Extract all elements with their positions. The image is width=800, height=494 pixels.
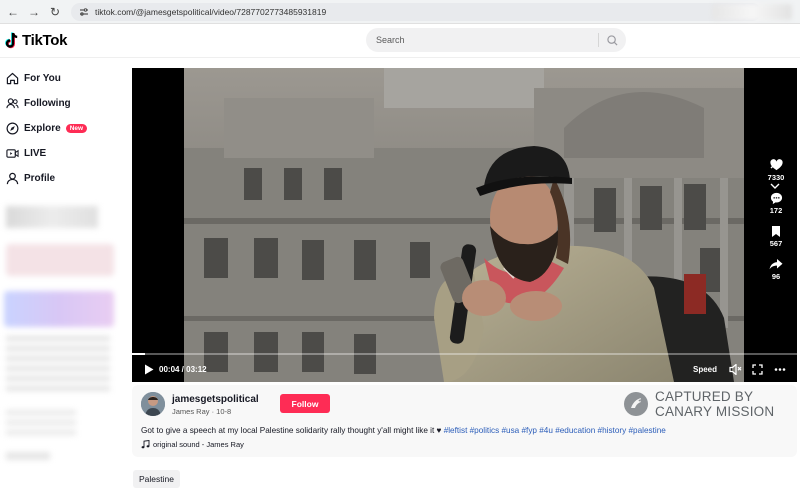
watermark-line-1: CAPTURED BY (655, 389, 754, 404)
bookmark-icon[interactable] (769, 224, 783, 238)
blurred-login-prompt (6, 206, 98, 228)
time-readout: 00:04 / 03:12 (159, 365, 207, 374)
sidebar-item-live[interactable]: LIVE (0, 141, 125, 166)
watermark-text: CAPTURED BY CANARY MISSION (655, 389, 774, 419)
canary-bird-icon (624, 392, 648, 416)
tiktok-logo[interactable]: TikTok (4, 31, 68, 50)
author-username[interactable]: jamesgetspolitical (172, 394, 259, 405)
blurred-login-button (6, 244, 114, 276)
play-button[interactable] (144, 364, 154, 377)
heart-icon[interactable] (769, 158, 783, 172)
compass-icon (5, 122, 19, 136)
person-icon (5, 172, 19, 186)
home-icon (5, 72, 19, 86)
music-note-icon (141, 440, 150, 449)
watermark-line-2: CANARY MISSION (655, 404, 775, 419)
share-count: 96 (771, 272, 781, 281)
people-icon (5, 97, 19, 111)
fullscreen-icon[interactable] (752, 364, 763, 377)
site-info-icon[interactable] (79, 7, 89, 17)
avatar[interactable] (141, 392, 165, 416)
comment-count: 172 (769, 206, 783, 215)
address-bar[interactable]: tiktok.com/@jamesgetspolitical/video/728… (71, 2, 761, 21)
blurred-copyright (6, 452, 50, 460)
action-rail: 7330 172 567 96 (760, 158, 792, 290)
progress-fill (132, 353, 146, 355)
post-info-card: jamesgetspolitical James Ray · 10-8 Foll… (132, 385, 797, 457)
sound-link[interactable]: original sound - James Ray (141, 440, 244, 449)
video-frame-art (184, 68, 744, 382)
video-player[interactable] (132, 68, 797, 382)
progress-bar[interactable] (132, 353, 797, 355)
browser-toolbar: ← → ↻ tiktok.com/@jamesgetspolitical/vid… (0, 0, 800, 24)
forward-arrow-icon[interactable]: → (26, 4, 42, 20)
blurred-footer-links (6, 336, 110, 396)
logo-wordmark: TikTok (22, 32, 68, 49)
back-arrow-icon[interactable]: ← (5, 4, 21, 20)
more-options-icon[interactable] (774, 364, 786, 377)
blurred-footer-links-2 (6, 410, 76, 440)
watermark: CAPTURED BY CANARY MISSION (623, 389, 774, 419)
sidebar-item-explore[interactable]: Explore New (0, 116, 125, 141)
url-text: tiktok.com/@jamesgetspolitical/video/728… (95, 6, 327, 17)
caption-hashtags[interactable]: #leftist #politics #usa #fyp #4u #educat… (444, 426, 666, 435)
comment-icon[interactable] (769, 191, 783, 205)
sidebar-item-following[interactable]: Following (0, 91, 125, 116)
live-icon (5, 147, 19, 161)
new-badge: New (65, 124, 88, 133)
sidebar-item-for-you[interactable]: For You (0, 66, 125, 91)
search-bar (366, 28, 626, 52)
search-input[interactable] (376, 35, 598, 45)
like-count: 7330 (767, 173, 785, 182)
video-frame (184, 68, 744, 382)
sidebar-item-profile[interactable]: Profile (0, 166, 125, 191)
sidebar-item-label: Explore (24, 123, 61, 134)
share-icon[interactable] (769, 257, 783, 271)
related-search-chip[interactable]: Palestine (133, 470, 180, 488)
speed-button[interactable]: Speed (693, 365, 717, 374)
volume-icon[interactable] (729, 363, 742, 377)
blurred-extensions (712, 4, 792, 20)
sidebar-item-label: For You (24, 73, 61, 84)
search-icon[interactable] (599, 34, 625, 46)
reload-icon[interactable]: ↻ (47, 4, 63, 20)
follow-button[interactable]: Follow (280, 394, 330, 413)
sidebar-item-label: Following (24, 98, 71, 109)
blurred-promo-card (4, 291, 114, 327)
caption-text: Got to give a speech at my local Palesti… (141, 426, 444, 435)
tiktok-note-icon (5, 31, 18, 48)
author-name-date: James Ray · 10-8 (172, 407, 232, 416)
sound-title: original sound - James Ray (153, 440, 244, 449)
bookmark-count: 567 (769, 239, 783, 248)
video-caption: Got to give a speech at my local Palesti… (141, 426, 666, 435)
sidebar-item-label: LIVE (24, 148, 47, 159)
sidebar-item-label: Profile (24, 173, 56, 184)
sidebar-nav: For You Following Explore New LIVE Profi… (0, 58, 125, 494)
top-header: TikTok (0, 24, 800, 58)
